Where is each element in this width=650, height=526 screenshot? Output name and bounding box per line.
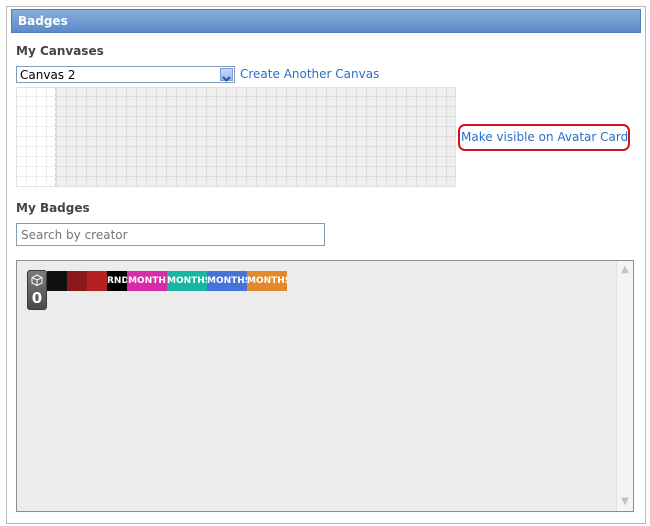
badge-month[interactable]: MONTH — [127, 271, 167, 291]
badge-red-avatar-1[interactable] — [67, 271, 87, 291]
panel-header: Badges — [11, 9, 641, 33]
badge-red-avatar-2[interactable] — [87, 271, 107, 291]
chevron-down-icon[interactable] — [220, 68, 233, 82]
my-badges-label: My Badges — [16, 201, 90, 215]
canvas-select-value: Canvas 2 — [20, 68, 76, 82]
canvas-select[interactable]: Canvas 2 — [16, 66, 235, 83]
my-canvases-label: My Canvases — [16, 44, 104, 58]
create-canvas-link[interactable]: Create Another Canvas — [240, 67, 379, 81]
badges-panel: Badges My Canvases Canvas 2 Create Anoth… — [6, 6, 646, 524]
scrollbar[interactable]: ▲ ▼ — [616, 261, 633, 511]
canvas-grid-margin — [17, 88, 56, 186]
badge-months-2[interactable]: MONTHS — [207, 271, 247, 291]
badge-rnd[interactable]: RND — [107, 271, 127, 291]
box-icon — [31, 274, 43, 287]
scroll-up-icon[interactable]: ▲ — [618, 263, 632, 277]
badge-months-1[interactable]: MONTHS — [167, 271, 207, 291]
panel-title: Badges — [18, 14, 68, 28]
scroll-down-icon[interactable]: ▼ — [618, 495, 632, 509]
badge-area: 0 RND MONTH MONTHS MONTHS MONTHS ▲ ▼ — [16, 260, 634, 512]
make-visible-link[interactable]: Make visible on Avatar Card — [461, 130, 628, 144]
badge-counter[interactable]: 0 — [27, 270, 47, 310]
search-input[interactable] — [16, 223, 325, 246]
badge-months-3[interactable]: MONTHS — [247, 271, 287, 291]
badge-dark-1[interactable] — [47, 271, 67, 291]
badge-count: 0 — [31, 289, 43, 307]
canvas-grid[interactable] — [16, 87, 456, 187]
